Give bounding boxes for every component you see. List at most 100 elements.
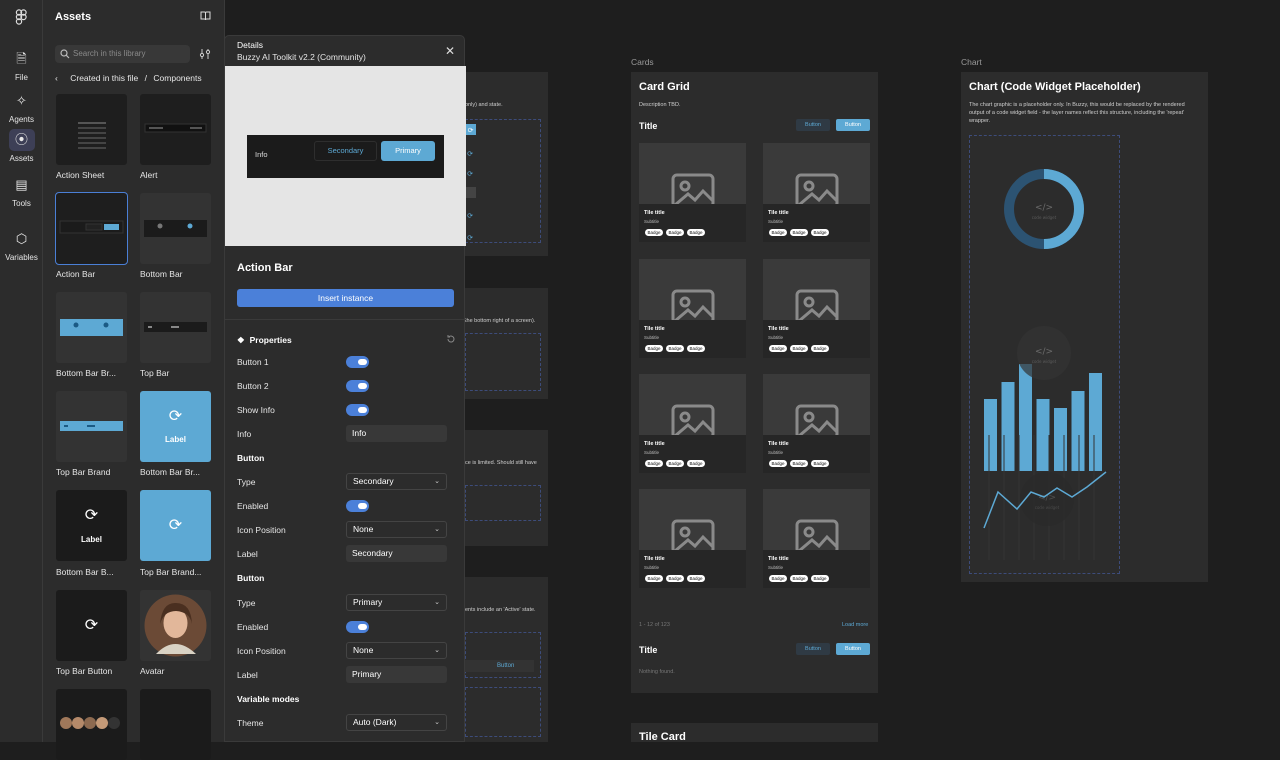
prop-button-b-label-field[interactable]: Primary <box>346 666 447 683</box>
prop-button-a-enabled-toggle[interactable] <box>346 500 369 512</box>
asset-tile-avatar-group[interactable] <box>56 689 127 760</box>
asset-tile-top-bar[interactable] <box>140 292 211 363</box>
properties-header: ❖ Properties <box>237 335 292 346</box>
tile-card[interactable]: Tile title Subtitle Badge Badge Badge <box>763 489 870 588</box>
asset-tile-action-bar[interactable] <box>55 192 128 265</box>
prop-info-field[interactable]: Info <box>346 425 447 442</box>
asset-tile-alert[interactable] <box>140 94 211 165</box>
prop-button1-label: Button 1 <box>237 357 269 367</box>
refresh-icon: ⟳ <box>84 507 99 524</box>
chart-placeholder-graphics: </> code widget </> code widget </> code… <box>983 169 1107 560</box>
badge: Badge <box>687 345 705 352</box>
asset-tile-action-sheet[interactable] <box>56 94 127 165</box>
component-icon: ❖ <box>237 335 245 345</box>
badge: Badge <box>811 345 829 352</box>
svg-text:⟳: ⟳ <box>467 212 473 220</box>
prop-button2-toggle[interactable] <box>346 380 369 392</box>
load-more-link[interactable]: Load more <box>842 622 868 628</box>
insert-instance-button[interactable]: Insert instance <box>237 289 454 307</box>
breadcrumb-parent[interactable]: Created in this file <box>70 73 138 83</box>
filter-icon[interactable] <box>199 48 211 60</box>
prop-button-b-icon-position-select[interactable]: None ⌄ <box>346 642 447 659</box>
prop-button1-toggle[interactable] <box>346 356 369 368</box>
prop-button-b-enabled-toggle[interactable] <box>346 621 369 633</box>
asset-label-bottom-bar-brand: Bottom Bar Br... <box>56 368 116 378</box>
tile-card-title: Tile Card <box>639 731 686 743</box>
image-placeholder <box>763 374 870 440</box>
theme-select[interactable]: Auto (Dark) ⌄ <box>346 714 447 731</box>
rail-assets[interactable]: ⦿ Assets <box>0 129 43 163</box>
section-label-chart[interactable]: Chart <box>961 57 982 67</box>
card-grid-button-secondary[interactable]: Button <box>796 119 830 131</box>
reset-icon[interactable] <box>446 334 456 344</box>
tile-card[interactable]: Tile title Subtitle Badge Badge Badge <box>763 374 870 473</box>
empty-state-button-primary[interactable]: Button <box>836 643 870 655</box>
chart-description-line2: output of a code widget field - the laye… <box>969 110 1185 116</box>
rail-assets-label: Assets <box>9 154 34 163</box>
divider <box>225 319 466 320</box>
frame-tab-bar[interactable]: ce is limited. Should still have <box>465 430 548 546</box>
tile-subtitle: Subtitle <box>644 565 660 570</box>
component-name: Action Bar <box>237 262 293 274</box>
prop-button-a-icon-position-select[interactable]: None ⌄ <box>346 521 447 538</box>
asset-tile-top-bar-brand[interactable] <box>56 391 127 462</box>
tile-card[interactable]: Tile title Subtitle Badge Badge Badge <box>639 374 746 473</box>
rail-tools[interactable]: ▤ Tools <box>0 174 43 208</box>
tile-card[interactable]: Tile title Subtitle Badge Badge Badge <box>639 143 746 242</box>
top-bar-thumbnail <box>144 322 207 332</box>
select-value: Auto (Dark) <box>353 717 397 727</box>
close-icon[interactable]: ✕ <box>445 44 455 58</box>
chevron-down-icon: ⌄ <box>434 526 440 533</box>
details-header: Details <box>237 40 263 50</box>
asset-tile-top-bar-button[interactable]: ⟳ <box>56 590 127 661</box>
frame-segmented[interactable]: ents include an 'Active' state. Button <box>465 577 548 742</box>
frame-card-grid[interactable]: Card Grid Description TBD. Title Button … <box>631 72 878 693</box>
tile-subtitle: Subtitle <box>644 219 660 224</box>
prop-show-info-toggle[interactable] <box>346 404 369 416</box>
frame-fab[interactable]: the bottom right of a screen). <box>465 288 548 399</box>
card-grid-button-primary[interactable]: Button <box>836 119 870 131</box>
svg-text:</>: </> <box>1035 347 1053 357</box>
empty-state-button-secondary[interactable]: Button <box>796 643 830 655</box>
asset-tile-avatar[interactable] <box>140 590 211 661</box>
tile-card[interactable]: Tile title Subtitle Badge Badge Badge <box>639 259 746 358</box>
asset-tile-bottom-bar-brand-button[interactable]: ⟳ Label <box>140 391 211 462</box>
library-book-icon[interactable] <box>200 11 211 21</box>
badge: Badge <box>645 575 663 582</box>
rail-agents[interactable]: ✧ Agents <box>0 90 43 124</box>
donut-widget-label: code widget <box>1032 215 1057 220</box>
tile-title: Tile title <box>644 326 665 332</box>
segment-button[interactable]: Button <box>465 660 534 672</box>
asset-tile-bottom-bar-brand[interactable] <box>56 292 127 363</box>
prop-button-a-label-field[interactable]: Secondary <box>346 545 447 562</box>
chevron-left-icon[interactable]: ‹ <box>55 73 58 83</box>
search-input[interactable]: Search in this library <box>55 45 190 63</box>
prop-button-a-label-label: Label <box>237 549 258 559</box>
frame-chart[interactable]: Chart (Code Widget Placeholder) The char… <box>961 72 1208 582</box>
asset-tile-bottom-bar-button[interactable]: ⟳ Label <box>56 490 127 561</box>
rail-variables[interactable]: ⬡ Variables <box>0 228 43 262</box>
chart-description-line1: The chart graphic is a placeholder only.… <box>969 102 1185 108</box>
rail-tools-label: Tools <box>12 199 31 208</box>
section-label-cards[interactable]: Cards <box>631 57 654 67</box>
frame-tile-card[interactable]: Tile Card <box>631 723 878 743</box>
tile-card[interactable]: Tile title Subtitle Badge Badge Badge <box>763 143 870 242</box>
tile-card[interactable]: Tile title Subtitle Badge Badge Badge <box>639 489 746 588</box>
badge: Badge <box>666 460 684 467</box>
tile-card[interactable]: Tile title Subtitle Badge Badge Badge <box>763 259 870 358</box>
asset-label-avatar: Avatar <box>140 666 165 676</box>
app-logo-icon[interactable] <box>14 9 28 25</box>
asset-tile-top-bar-brand-button[interactable]: ⟳ <box>140 490 211 561</box>
frame-text: only) and state. <box>465 102 503 108</box>
prop-button-b-type-label: Type <box>237 598 256 608</box>
prop-button-b-type-select[interactable]: Primary ⌄ <box>346 594 447 611</box>
action-sheet-thumbnail <box>78 122 106 149</box>
badge: Badge <box>769 460 787 467</box>
frame-action-sheet[interactable]: only) and state. ⟳ ⟳ ⟳ ⟳ ⟳ <box>465 72 548 256</box>
select-value: None <box>353 645 374 655</box>
prop-button-a-type-select[interactable]: Secondary ⌄ <box>346 473 447 490</box>
asset-tile-bottom-bar[interactable] <box>140 193 211 264</box>
image-placeholder <box>639 374 746 440</box>
asset-tile-empty[interactable] <box>140 689 211 760</box>
rail-file[interactable]: 🗎 File <box>0 48 43 82</box>
